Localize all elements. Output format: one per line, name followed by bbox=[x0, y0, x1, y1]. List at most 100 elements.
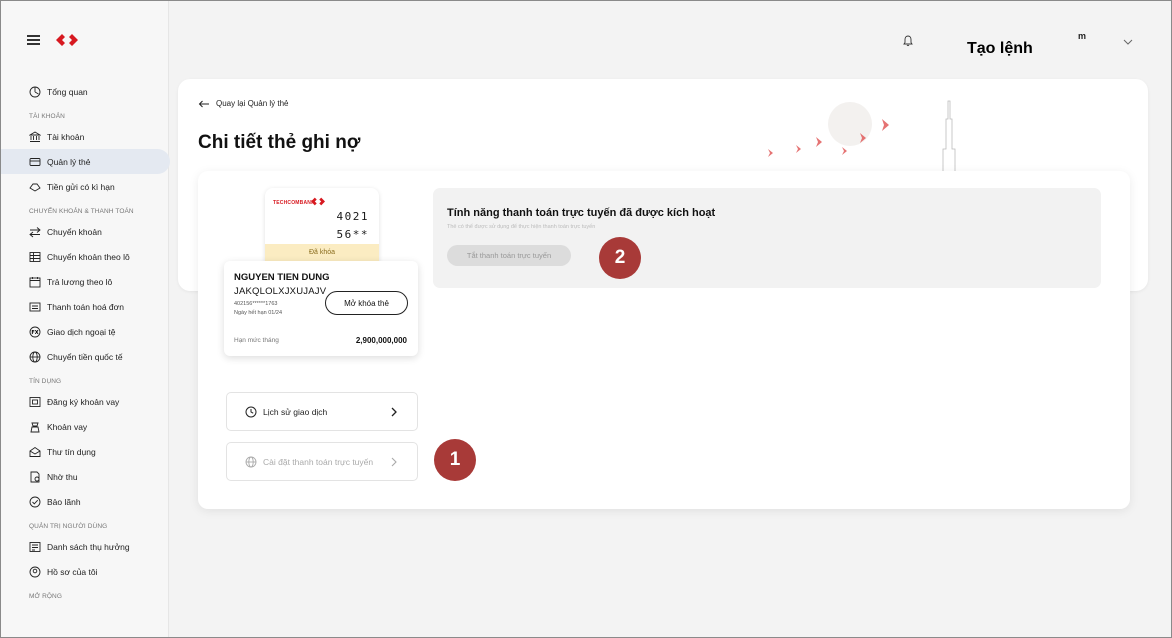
chevron-right-icon bbox=[391, 457, 397, 467]
sidebar-item-label: Thư tín dụng bbox=[47, 446, 96, 457]
sidebar-item-label: Khoản vay bbox=[47, 421, 88, 432]
sidebar-item-payroll[interactable]: Trả lương theo lô bbox=[1, 269, 168, 294]
card-holder-name: NGUYEN TIEN DUNG bbox=[234, 272, 330, 283]
sidebar-item-label: Chuyển khoản bbox=[47, 226, 102, 237]
sidebar-nav: Tổng quan TÀI KHOẢN Tài khoản Quản lý thẻ Ti… bbox=[1, 79, 170, 604]
sidebar-item-label: Chuyển khoản theo lô bbox=[47, 251, 130, 262]
back-link-label: Quay lại Quản lý thẻ bbox=[216, 99, 289, 108]
card-masked-number: 402156******1763 bbox=[234, 301, 278, 307]
monthly-limit-value: 2,900,000,000 bbox=[355, 336, 407, 345]
sidebar-item-fx[interactable]: FX Giao dịch ngoại tệ bbox=[1, 319, 168, 344]
chevron-right-icon bbox=[391, 407, 397, 417]
sidebar-item-dashboard[interactable]: Tổng quan bbox=[1, 79, 168, 104]
card-account-code: JAKQLOLXJXUJAJV bbox=[234, 286, 327, 297]
card-brand: TECHCOMBANK bbox=[273, 200, 315, 206]
letter-credit-icon bbox=[29, 446, 41, 458]
card-number-line2: 56** bbox=[336, 228, 369, 241]
sidebar-section-label: QUẢN TRỊ NGƯỜI DÙNG bbox=[29, 523, 108, 530]
sidebar-item-loan-register[interactable]: Đăng ký khoản vay bbox=[1, 389, 168, 414]
sidebar-item-collection[interactable]: Nhờ thu bbox=[1, 464, 168, 489]
sidebar-item-label: Danh sách thụ hưởng bbox=[47, 541, 130, 552]
sidebar-section-label: MỞ RỘNG bbox=[29, 593, 62, 600]
sidebar-item-label: Tài khoản bbox=[47, 131, 85, 142]
deposit-icon bbox=[29, 181, 41, 193]
sidebar-item-bank[interactable]: Tài khoản bbox=[1, 124, 168, 149]
sidebar-item-batch-transfer[interactable]: Chuyển khoản theo lô bbox=[1, 244, 168, 269]
sidebar-item-profile[interactable]: Hồ sơ của tôi bbox=[1, 559, 168, 584]
globe-icon bbox=[29, 351, 41, 363]
sidebar-item-transfer[interactable]: Chuyển khoản bbox=[1, 219, 168, 244]
card-info: NGUYEN TIEN DUNG JAKQLOLXJXUJAJV 402156*… bbox=[224, 261, 418, 356]
bell-icon[interactable] bbox=[902, 35, 914, 47]
sidebar-item-label: Chuyển tiền quốc tế bbox=[47, 351, 123, 362]
card-icon bbox=[29, 156, 41, 168]
monthly-limit-label: Hạn mức tháng bbox=[234, 337, 279, 344]
clock-icon bbox=[245, 406, 257, 417]
sidebar-item-bill[interactable]: Thanh toán hoá đơn bbox=[1, 294, 168, 319]
sidebar-item-label: Quản lý thẻ bbox=[47, 156, 91, 167]
header-decoration bbox=[768, 100, 956, 184]
sidebar-item-label: Bảo lãnh bbox=[47, 496, 81, 507]
sidebar-header bbox=[1, 1, 168, 79]
fx-icon: FX bbox=[29, 326, 41, 338]
back-link[interactable]: Quay lại Quản lý thẻ bbox=[198, 99, 288, 108]
annotation-badge-1: 1 bbox=[434, 439, 476, 481]
annotation-badge-2: 2 bbox=[599, 237, 641, 279]
sidebar-item-label: Giao dịch ngoại tệ bbox=[47, 326, 116, 337]
bank-icon bbox=[29, 130, 41, 143]
sidebar-section-label: TÀI KHOẢN bbox=[29, 113, 65, 120]
chevron-down-icon[interactable] bbox=[1122, 37, 1134, 47]
user-avatar[interactable]: m bbox=[1078, 31, 1086, 41]
page-title: Chi tiết thẻ ghi nợ bbox=[198, 132, 361, 153]
card-detail-panel: TECHCOMBANK 4021 56** Đã khóa NGUYEN TIE… bbox=[198, 171, 1130, 509]
batch-transfer-icon bbox=[29, 251, 41, 263]
svg-text:FX: FX bbox=[31, 330, 38, 336]
guarantee-icon bbox=[29, 496, 41, 508]
sidebar-item-beneficiary[interactable]: Danh sách thụ hưởng bbox=[1, 534, 168, 559]
sidebar-item-label: Tổng quan bbox=[47, 86, 88, 97]
create-order-link[interactable]: Tạo lệnh bbox=[967, 40, 1033, 58]
loan-register-icon bbox=[29, 396, 41, 408]
sidebar-item-loan[interactable]: Khoản vay bbox=[1, 414, 168, 439]
arrow-left-icon bbox=[198, 100, 209, 107]
sidebar-item-label: Hồ sơ của tôi bbox=[47, 566, 98, 577]
techcombank-logo[interactable] bbox=[56, 33, 78, 47]
bill-icon bbox=[29, 301, 41, 313]
transaction-history-row[interactable]: Lịch sử giao dịch bbox=[226, 392, 418, 431]
loan-icon bbox=[29, 421, 41, 433]
sidebar-item-label: Thanh toán hoá đơn bbox=[47, 301, 124, 312]
transaction-history-label: Lịch sử giao dịch bbox=[263, 406, 328, 417]
sidebar-item-letter-credit[interactable]: Thư tín dụng bbox=[1, 439, 168, 464]
sidebar-item-card[interactable]: Quản lý thẻ bbox=[1, 149, 170, 174]
sidebar-section-label: TÍN DỤNG bbox=[29, 378, 62, 385]
techcombank-card-logo bbox=[311, 197, 325, 206]
sidebar-item-label: Đăng ký khoản vay bbox=[47, 396, 120, 407]
dashboard-icon bbox=[29, 86, 41, 98]
online-payment-status-panel: Tính năng thanh toán trực tuyến đã được … bbox=[433, 188, 1101, 288]
disable-online-payment-button[interactable]: Tắt thanh toán trực tuyến bbox=[447, 245, 571, 266]
sidebar-item-deposit[interactable]: Tiền gửi có kì hạn bbox=[1, 174, 168, 199]
card-expiry: Ngày hết hạn 01/24 bbox=[234, 310, 283, 316]
beneficiary-icon bbox=[29, 541, 41, 553]
sidebar-item-label: Tiền gửi có kì hạn bbox=[47, 181, 115, 192]
hamburger-menu-icon[interactable] bbox=[27, 35, 40, 45]
sidebar-item-globe[interactable]: Chuyển tiền quốc tế bbox=[1, 344, 168, 369]
transfer-icon bbox=[29, 226, 41, 238]
online-payment-status-subtitle: Thẻ có thể được sử dụng để thực hiện tha… bbox=[447, 224, 596, 230]
sidebar-section-label: CHUYỂN KHOẢN & THANH TOÁN bbox=[29, 208, 134, 215]
sidebar: Tổng quan TÀI KHOẢN Tài khoản Quản lý thẻ Ti… bbox=[1, 1, 170, 637]
online-payment-settings-row[interactable]: Cài đặt thanh toán trực tuyến bbox=[226, 442, 418, 481]
online-payment-settings-label: Cài đặt thanh toán trực tuyến bbox=[263, 456, 374, 467]
globe-icon bbox=[245, 456, 257, 467]
profile-icon bbox=[29, 566, 41, 578]
collection-icon bbox=[29, 471, 41, 483]
topbar: Tạo lệnh m bbox=[169, 1, 1171, 79]
unlock-card-button[interactable]: Mở khóa thẻ bbox=[325, 291, 408, 315]
online-payment-status-title: Tính năng thanh toán trực tuyến đã được … bbox=[447, 207, 716, 219]
sidebar-item-label: Nhờ thu bbox=[47, 471, 78, 482]
app-window: Tổng quan TÀI KHOẢN Tài khoản Quản lý thẻ Ti… bbox=[0, 0, 1172, 638]
payroll-icon bbox=[29, 276, 41, 288]
sidebar-item-label: Trả lương theo lô bbox=[47, 276, 113, 287]
card-number-line1: 4021 bbox=[336, 210, 369, 223]
sidebar-item-guarantee[interactable]: Bảo lãnh bbox=[1, 489, 168, 514]
